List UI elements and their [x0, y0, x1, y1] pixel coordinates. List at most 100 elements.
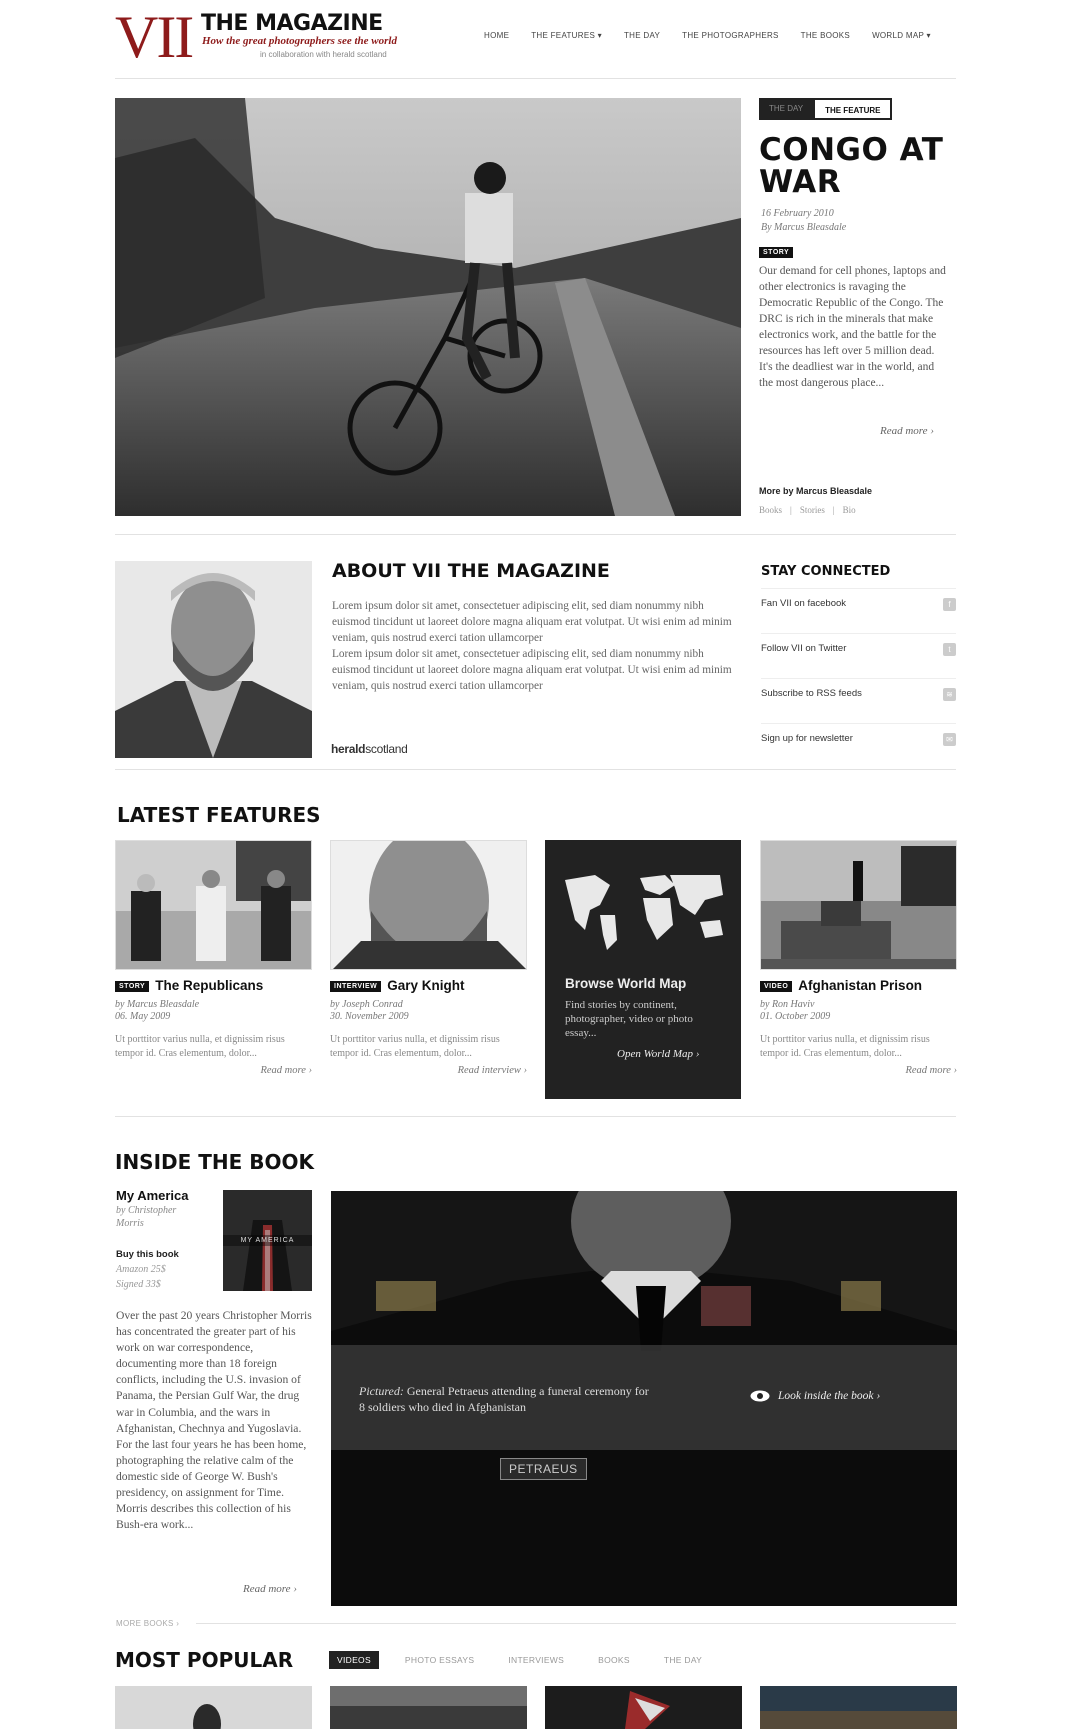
link-books[interactable]: Books	[759, 505, 782, 515]
look-inside-book-link[interactable]: Look inside the book ›	[750, 1390, 880, 1402]
card-image[interactable]	[115, 840, 312, 970]
nav-the-photographers[interactable]: THE PHOTOGRAPHERS	[682, 31, 779, 40]
vii-logo[interactable]: VII	[115, 7, 194, 67]
story-badge: STORY	[115, 980, 150, 992]
card-excerpt: Ut porttitor varius nulla, et dignissim …	[115, 1034, 285, 1059]
card-title[interactable]: The Republicans	[155, 978, 263, 993]
stay-connected-title: STAY CONNECTED	[761, 564, 891, 579]
link-bio[interactable]: Bio	[843, 505, 856, 515]
book-cover-title: MY AMERICA	[223, 1235, 312, 1246]
feature-title[interactable]: CONGO AT WAR	[759, 134, 959, 198]
card-image[interactable]	[330, 840, 527, 970]
header-divider	[115, 78, 956, 79]
tab-the-feature[interactable]: THE FEATURE	[813, 98, 893, 120]
about-divider	[115, 769, 956, 770]
card-read-more-link[interactable]: Read more ›	[115, 1065, 312, 1076]
buy-signed-link[interactable]: Signed 33$	[116, 1279, 161, 1290]
separator: |	[790, 505, 792, 515]
popular-thumb-image	[115, 1686, 312, 1729]
facebook-link[interactable]: Fan VII on facebook f	[761, 588, 956, 633]
portrait-closeup-image	[331, 841, 526, 969]
bearded-man-portrait-image	[115, 561, 312, 758]
nav-world-map[interactable]: WORLD MAP ▾	[872, 31, 931, 40]
popular-thumb-image	[760, 1686, 957, 1729]
card-image[interactable]	[760, 840, 957, 970]
video-badge: VIDEO	[760, 980, 793, 992]
most-popular-title: MOST POPULAR	[115, 1648, 294, 1672]
feature-card-gary-knight[interactable]: INTERVIEW Gary Knight by Joseph Conrad 30.…	[330, 840, 527, 1076]
inside-the-book-title: INSIDE THE BOOK	[115, 1150, 315, 1174]
hero-divider	[115, 534, 956, 535]
card-date: 06. May 2009	[115, 1011, 171, 1022]
rss-link[interactable]: Subscribe to RSS feeds ≋	[761, 678, 956, 723]
popular-thumb[interactable]	[330, 1686, 527, 1729]
card-author[interactable]: by Ron Haviv	[760, 999, 957, 1011]
feature-card-afghanistan[interactable]: VIDEO Afghanistan Prison by Ron Haviv 01. …	[760, 840, 957, 1076]
rss-label: Subscribe to RSS feeds	[761, 688, 862, 699]
photographer-links: Books | Stories | Bio	[759, 505, 856, 515]
buy-amazon-link[interactable]: Amazon 25$	[116, 1264, 166, 1275]
book-read-more-link[interactable]: Read more ›	[243, 1583, 297, 1595]
tab-photo-essays[interactable]: PHOTO ESSAYS	[397, 1651, 482, 1669]
book-cover[interactable]: MY AMERICA	[223, 1190, 312, 1291]
look-inside-label: Look inside the book ›	[778, 1390, 881, 1402]
newsletter-link[interactable]: Sign up for newsletter ✉	[761, 723, 956, 768]
about-portrait	[115, 561, 312, 758]
feature-card-republicans[interactable]: STORY The Republicans by Marcus Bleasdale…	[115, 840, 312, 1076]
card-excerpt: Ut porttitor varius nulla, et dignissim …	[760, 1034, 930, 1059]
herald-scotland-logo[interactable]: heraldscotland	[331, 742, 408, 756]
men-in-suits-image	[116, 841, 311, 969]
world-map-title[interactable]: Browse World Map	[565, 976, 686, 991]
tab-interviews[interactable]: INTERVIEWS	[500, 1651, 572, 1669]
more-by-heading: More by Marcus Bleasdale	[759, 486, 873, 496]
facebook-icon: f	[943, 598, 956, 611]
world-map-card[interactable]: Browse World Map Find stories by contine…	[545, 840, 741, 1099]
world-map-excerpt: Find stories by continent, photographer,…	[565, 999, 693, 1039]
tank-ruins-image	[761, 841, 956, 969]
nav-home[interactable]: HOME	[484, 31, 509, 40]
interview-badge: INTERVIEW	[330, 980, 382, 992]
tab-books[interactable]: BOOKS	[590, 1651, 638, 1669]
twitter-label: Follow VII on Twitter	[761, 643, 847, 654]
hero-tabs: THE DAY THE FEATURE	[759, 98, 893, 120]
card-read-more-link[interactable]: Read more ›	[760, 1065, 957, 1076]
card-read-more-link[interactable]: Read interview ›	[330, 1065, 527, 1076]
nav-the-day[interactable]: THE DAY	[624, 31, 660, 40]
card-title[interactable]: Gary Knight	[387, 978, 464, 993]
nameplate: PETRAEUS	[500, 1458, 587, 1480]
card-author[interactable]: by Marcus Bleasdale	[115, 999, 312, 1011]
nav-the-features[interactable]: THE FEATURES ▾	[531, 31, 602, 40]
tab-the-day[interactable]: THE DAY	[759, 98, 814, 120]
feature-author[interactable]: By Marcus Bleasdale	[761, 221, 846, 235]
about-title: ABOUT VII THE MAGAZINE	[332, 560, 610, 582]
book-author[interactable]: by Christopher Morris	[116, 1204, 206, 1230]
card-author[interactable]: by Joseph Conrad	[330, 999, 527, 1011]
popular-thumb[interactable]	[115, 1686, 312, 1729]
book-name[interactable]: My America	[116, 1188, 189, 1203]
feature-read-more-link[interactable]: Read more ›	[880, 425, 934, 437]
tab-videos[interactable]: VIDEOS	[329, 1651, 379, 1669]
most-popular-tabs: VIDEOS PHOTO ESSAYS INTERVIEWS BOOKS THE…	[329, 1651, 710, 1669]
boy-on-bicycle-image	[115, 98, 741, 516]
herald-logo-bold: herald	[331, 742, 366, 756]
twitter-link[interactable]: Follow VII on Twitter t	[761, 633, 956, 678]
card-title[interactable]: Afghanistan Prison	[798, 978, 922, 993]
twitter-icon: t	[943, 643, 956, 656]
tab-the-day[interactable]: THE DAY	[656, 1651, 710, 1669]
popular-thumb[interactable]	[760, 1686, 957, 1729]
rss-icon: ≋	[943, 688, 956, 701]
more-books-link[interactable]: MORE BOOKS ›	[116, 1619, 179, 1628]
about-paragraph: Lorem ipsum dolor sit amet, consectetuer…	[332, 600, 732, 644]
popular-thumb[interactable]	[545, 1686, 742, 1729]
open-world-map-link[interactable]: Open World Map ›	[617, 1048, 699, 1060]
link-stories[interactable]: Stories	[800, 505, 825, 515]
card-date: 30. November 2009	[330, 1011, 409, 1022]
caption-label: Pictured:	[359, 1384, 404, 1398]
hero-photo[interactable]	[115, 98, 741, 516]
separator: |	[832, 505, 835, 515]
photo-caption: Pictured: General Petraeus attending a f…	[359, 1383, 649, 1415]
magazine-title[interactable]: THE MAGAZINE	[201, 11, 383, 36]
newsletter-label: Sign up for newsletter	[761, 733, 853, 744]
nav-the-books[interactable]: THE BOOKS	[801, 31, 850, 40]
facebook-label: Fan VII on facebook	[761, 598, 847, 609]
